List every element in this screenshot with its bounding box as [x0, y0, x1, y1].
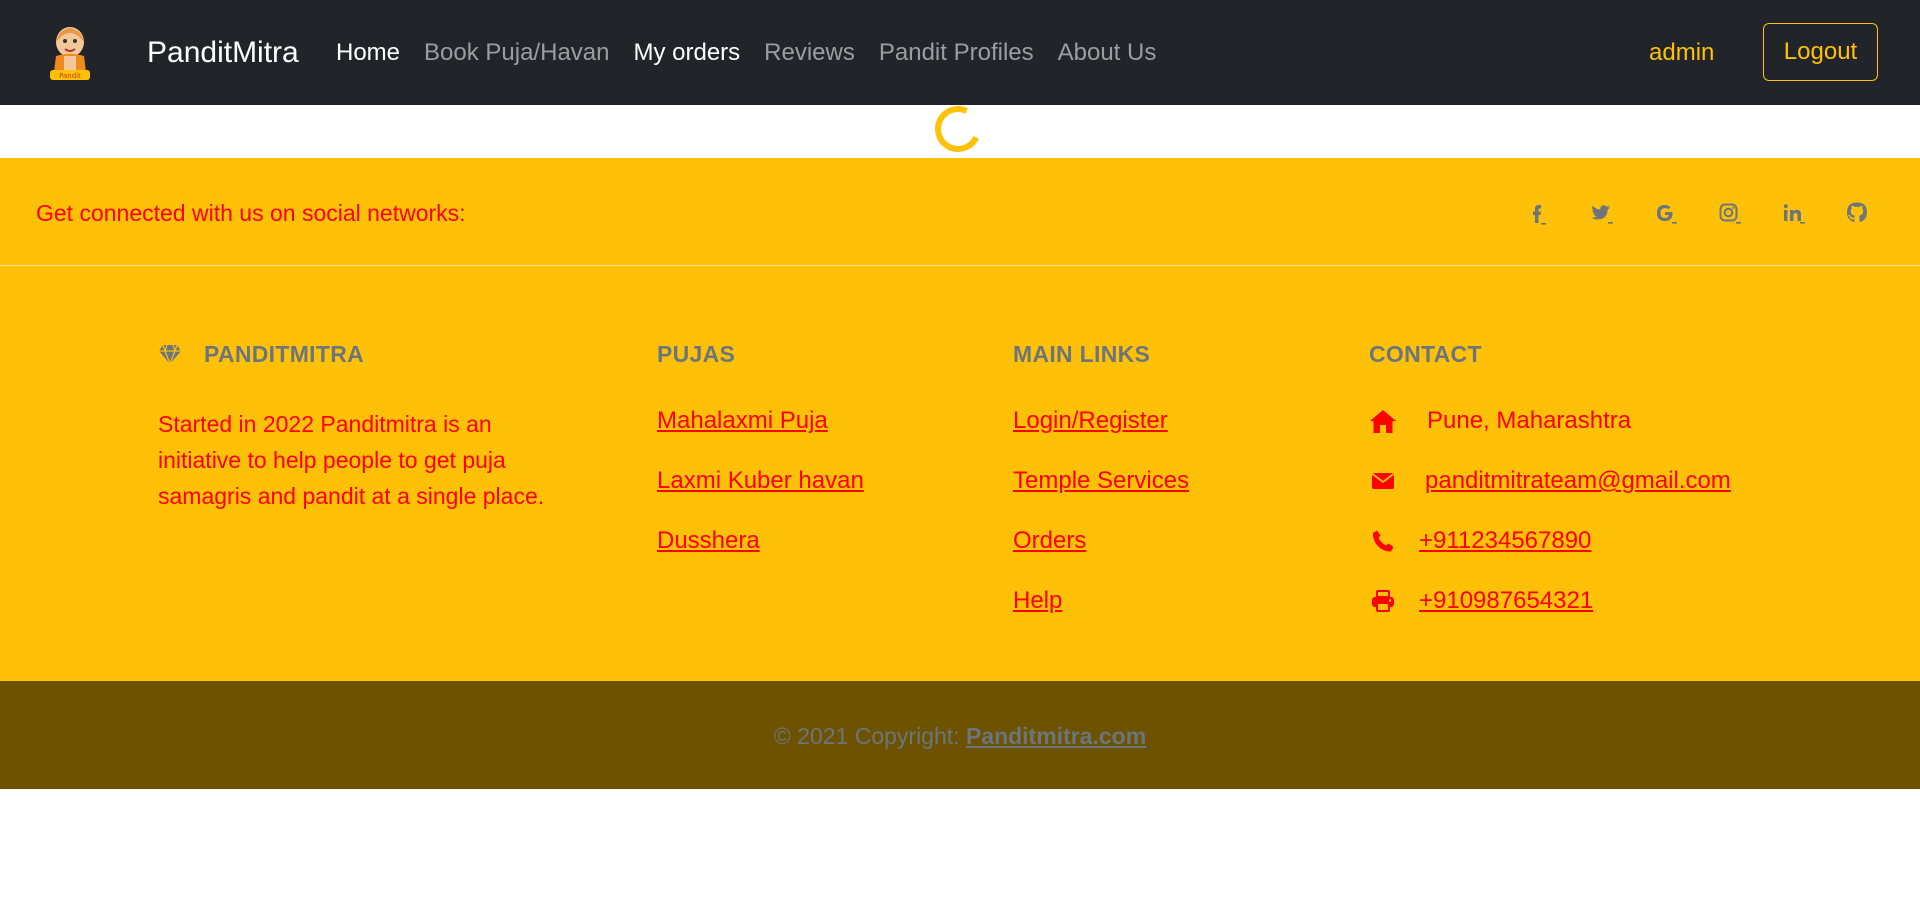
footer-brand-title: PANDITMITRA — [204, 341, 365, 367]
contact-phone-link[interactable]: +911234567890 — [1419, 527, 1591, 555]
copyright-site-link[interactable]: Panditmitra.com — [966, 723, 1146, 749]
footer-about-title: PANDITMITRA — [158, 339, 548, 369]
nav-link-reviews[interactable]: Reviews — [764, 33, 855, 73]
footer-main: PANDITMITRA Started in 2022 Panditmitra … — [0, 266, 1920, 681]
footer-pujas-column: PUJAS Mahalaxmi Puja Laxmi Kuber havan D… — [657, 339, 864, 586]
footer-contact-list: Pune, Maharashtra panditmitrateam@gmail.… — [1369, 406, 1731, 616]
linkedin-icon[interactable] — [1761, 196, 1825, 230]
social-strip: Get connected with us on social networks… — [0, 158, 1920, 266]
twitter-icon[interactable] — [1569, 196, 1633, 230]
nav-link-about-us[interactable]: About Us — [1058, 33, 1157, 73]
contact-phone-row: +911234567890 — [1369, 526, 1731, 556]
footer-pujas-links: Mahalaxmi Puja Laxmi Kuber havan Dussher… — [657, 406, 864, 556]
contact-address: Pune, Maharashtra — [1427, 407, 1632, 434]
nav-links: Home Book Puja/Havan My orders Reviews P… — [336, 33, 1180, 73]
copyright-text: © 2021 Copyright: Panditmitra.com — [0, 721, 1920, 751]
footer-about-column: PANDITMITRA Started in 2022 Panditmitra … — [158, 339, 548, 514]
brand-name[interactable]: PanditMitra — [147, 33, 299, 73]
nav-link-pandit-profiles[interactable]: Pandit Profiles — [879, 33, 1034, 73]
google-icon[interactable] — [1633, 196, 1697, 230]
social-icons — [1505, 196, 1889, 230]
contact-email-link[interactable]: panditmitrateam@gmail.com — [1425, 467, 1731, 495]
footer-contact-title: CONTACT — [1369, 341, 1482, 367]
social-text: Get connected with us on social networks… — [36, 200, 466, 226]
copyright-bar: © 2021 Copyright: Panditmitra.com — [0, 681, 1920, 789]
footer-main-links-title: MAIN LINKS — [1013, 341, 1151, 367]
nav-link-book-puja[interactable]: Book Puja/Havan — [424, 33, 609, 73]
footer-main-links-column: MAIN LINKS Login/Register Temple Service… — [1013, 339, 1189, 646]
nav-link-my-orders[interactable]: My orders — [633, 33, 740, 73]
footer-link-mahalaxmi-puja[interactable]: Mahalaxmi Puja — [657, 406, 864, 436]
footer-pujas-title: PUJAS — [657, 341, 736, 367]
footer-link-dusshera[interactable]: Dusshera — [657, 526, 864, 556]
envelope-icon — [1369, 467, 1397, 495]
nav-link-home[interactable]: Home — [336, 33, 400, 73]
print-icon — [1369, 587, 1397, 615]
user-name[interactable]: admin — [1649, 33, 1714, 73]
facebook-icon[interactable] — [1505, 196, 1569, 230]
top-navbar: Pandit PanditMitra Home Book Puja/Havan … — [0, 0, 1920, 105]
footer-link-help[interactable]: Help — [1013, 586, 1189, 616]
contact-fax-row: +910987654321 — [1369, 586, 1731, 616]
footer-link-orders[interactable]: Orders — [1013, 526, 1189, 556]
footer-contact-column: CONTACT Pune, Maharashtra panditmitratea… — [1369, 339, 1731, 646]
footer-link-laxmi-kuber-havan[interactable]: Laxmi Kuber havan — [657, 466, 864, 496]
gem-icon — [159, 344, 181, 365]
footer-link-temple-services[interactable]: Temple Services — [1013, 466, 1189, 496]
brand-logo[interactable]: Pandit — [46, 22, 94, 82]
svg-text:Pandit: Pandit — [59, 72, 81, 80]
footer-about-text: Started in 2022 Panditmitra is an initia… — [158, 411, 545, 509]
logout-button[interactable]: Logout — [1763, 23, 1878, 81]
copyright-prefix: © 2021 Copyright: — [773, 723, 966, 749]
contact-fax-link[interactable]: +910987654321 — [1419, 587, 1593, 615]
loading-spinner — [928, 99, 988, 159]
contact-email-row: panditmitrateam@gmail.com — [1369, 466, 1731, 496]
contact-address-row: Pune, Maharashtra — [1369, 406, 1731, 436]
footer-link-login-register[interactable]: Login/Register — [1013, 406, 1189, 436]
github-icon[interactable] — [1825, 196, 1889, 230]
footer-main-links: Login/Register Temple Services Orders He… — [1013, 406, 1189, 616]
home-icon — [1369, 407, 1397, 435]
instagram-icon[interactable] — [1697, 196, 1761, 230]
phone-icon — [1369, 527, 1397, 555]
